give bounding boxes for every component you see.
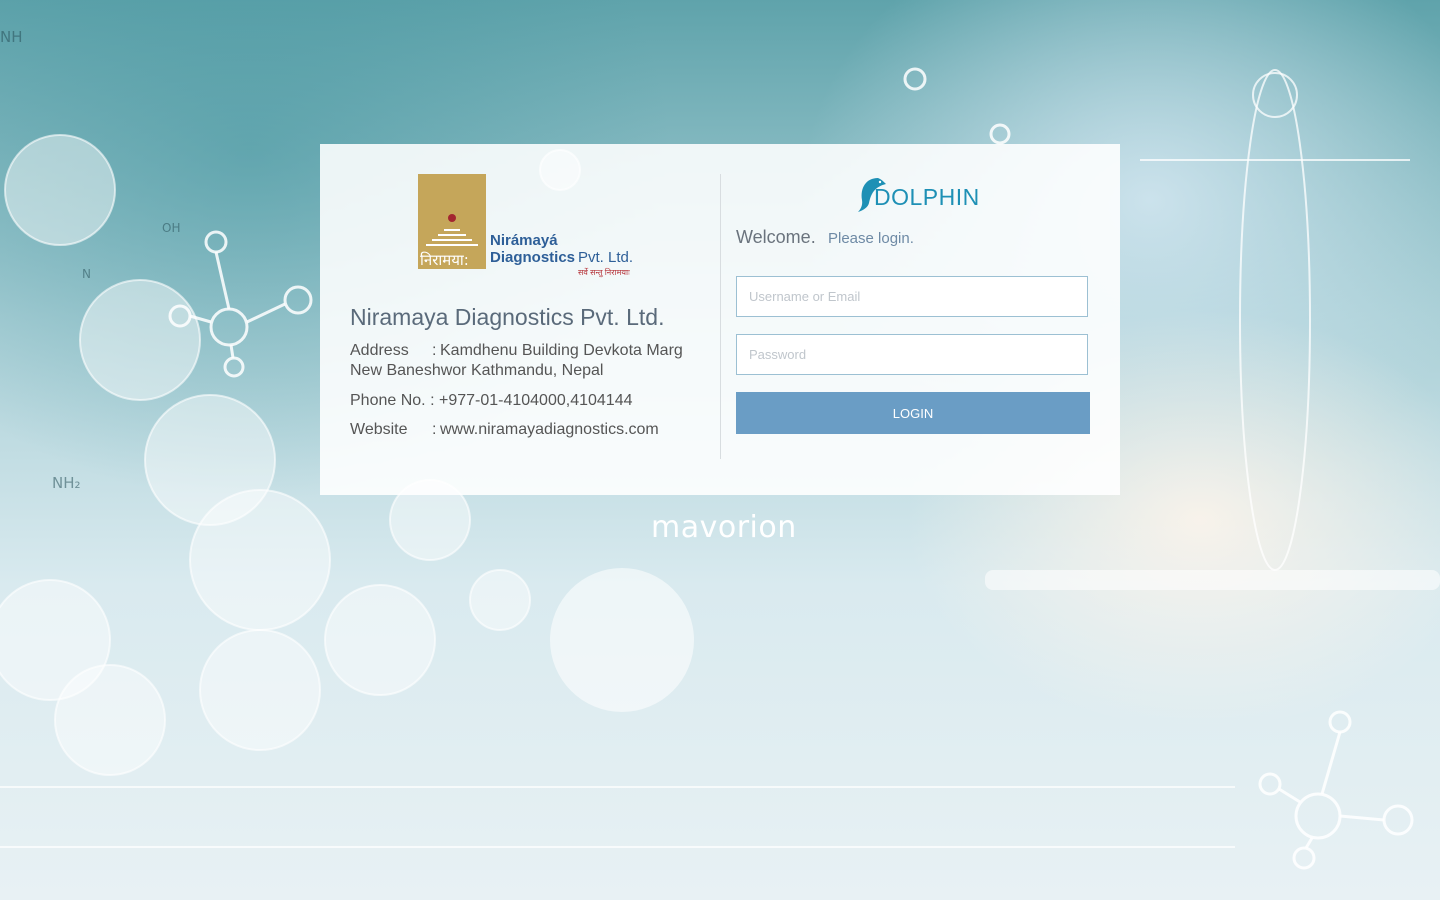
svg-text:निरामया:: निरामया: [420, 251, 469, 269]
dolphin-wordmark: DOLPHIN [874, 184, 980, 210]
website-value: www.niramayadiagnostics.com [440, 421, 659, 438]
phone-label: Phone No. [350, 392, 426, 409]
logo-word-pvt-ltd: Pvt. Ltd. [578, 249, 634, 266]
logo-tagline: सर्वे सन्तु निरामयाः [578, 268, 630, 277]
dolphin-logo: DOLPHIN [856, 172, 986, 216]
password-input[interactable] [736, 334, 1088, 375]
please-login-text: Please login. [828, 230, 914, 247]
svg-text:OH: OH [162, 221, 180, 235]
website-separator: : [432, 421, 437, 438]
username-input[interactable] [736, 276, 1088, 317]
address-line1: Kamdhenu Building Devkota Marg [440, 342, 683, 359]
company-info: निरामया: Nirámayá Diagnostics Pvt. Ltd. … [320, 144, 720, 495]
niramaya-devanagari: निरामया: [420, 251, 469, 269]
address-line2: New Baneshwor Kathmandu, Nepal [350, 362, 604, 379]
website-label: Website [350, 421, 408, 438]
phone-row: Phone No. : +977-01-4104000,4104144 [350, 391, 632, 411]
mavorion-brand: mavorion [651, 510, 797, 545]
phone-separator: : [430, 392, 435, 409]
company-name: Niramaya Diagnostics Pvt. Ltd. [350, 304, 665, 330]
website-row: Website: www.niramayadiagnostics.com [350, 420, 659, 440]
login-form: DOLPHIN Welcome. Please login. LOGIN [736, 144, 1090, 495]
svg-text:NH₂: NH₂ [52, 474, 81, 492]
svg-text:NH: NH [0, 28, 23, 46]
address-row: Address: Kamdhenu Building Devkota Marg [350, 341, 683, 361]
address-separator: : [432, 342, 437, 359]
address-label: Address [350, 342, 409, 359]
logo-word-niramaya: Nirámayá [490, 232, 558, 249]
welcome-heading: Welcome. [736, 227, 816, 247]
panel-divider [720, 174, 721, 459]
phone-value: +977-01-4104000,4104144 [438, 392, 633, 409]
login-button[interactable]: LOGIN [736, 392, 1090, 434]
svg-text:N: N [82, 267, 91, 281]
login-panel: निरामया: Nirámayá Diagnostics Pvt. Ltd. … [320, 144, 1120, 495]
logo-word-diagnostics: Diagnostics [490, 249, 576, 266]
niramaya-logo: निरामया: Nirámayá Diagnostics Pvt. Ltd. … [418, 174, 643, 277]
